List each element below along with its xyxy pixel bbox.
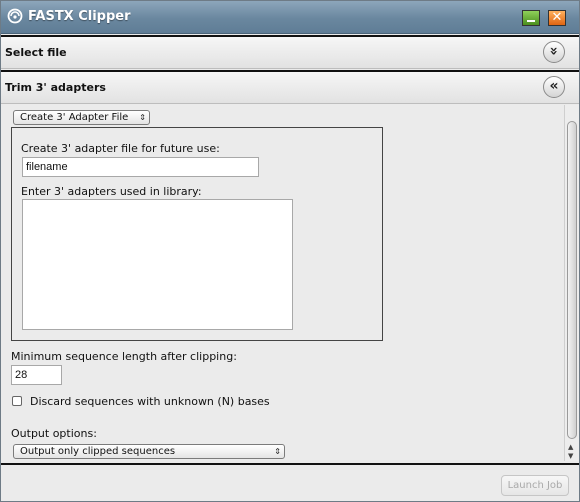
output-options-selected: Output only clipped sequences — [20, 446, 176, 457]
collapse-trim-adapters-button[interactable]: « — [543, 76, 565, 98]
minimize-button[interactable] — [522, 10, 540, 26]
close-button[interactable]: ✕ — [548, 10, 566, 26]
section-title-trim-adapters: Trim 3' adapters — [5, 81, 106, 94]
adapter-filename-input[interactable] — [22, 157, 259, 177]
title-bar[interactable]: FASTX Clipper ✕ — [1, 1, 579, 34]
min-length-label: Minimum sequence length after clipping: — [11, 350, 237, 363]
discard-unknown-label: Discard sequences with unknown (N) bases — [30, 395, 270, 408]
adapters-textarea[interactable] — [22, 199, 293, 330]
window-title: FASTX Clipper — [28, 9, 131, 24]
adapter-file-label: Create 3' adapter file for future use: — [21, 142, 220, 155]
output-options-label: Output options: — [11, 427, 97, 440]
select-arrows-icon: ⇕ — [139, 113, 146, 122]
adapter-mode-select[interactable]: Create 3' Adapter File ⇕ — [13, 110, 150, 125]
output-options-select[interactable]: Output only clipped sequences ⇕ — [13, 444, 285, 459]
adapters-label: Enter 3' adapters used in library: — [21, 185, 202, 198]
close-icon: ✕ — [551, 10, 563, 25]
expand-select-file-button[interactable]: » — [543, 41, 565, 63]
launch-job-button[interactable]: Launch Job — [501, 475, 569, 496]
double-chevron-left-icon: « — [549, 78, 559, 94]
trim-adapters-panel: Create 3' Adapter File ⇕ Create 3' adapt… — [1, 105, 563, 461]
double-chevron-down-icon: » — [545, 46, 562, 56]
fastx-logo-icon — [7, 8, 23, 24]
adapter-file-group: Create 3' adapter file for future use: E… — [11, 127, 383, 341]
section-trim-adapters[interactable]: Trim 3' adapters « — [1, 70, 579, 104]
footer-bar: Launch Job — [1, 463, 579, 501]
fastx-clipper-window: FASTX Clipper ✕ Select file » Trim 3' ad… — [0, 0, 580, 502]
select-arrows-icon: ⇕ — [274, 447, 281, 456]
vertical-scrollbar[interactable]: ▲ ▼ — [564, 105, 579, 461]
scroll-down-arrow-icon[interactable]: ▼ — [568, 452, 573, 460]
scrollbar-thumb[interactable] — [567, 121, 577, 439]
scroll-up-arrow-icon[interactable]: ▲ — [568, 443, 573, 451]
section-select-file[interactable]: Select file » — [1, 35, 579, 69]
section-title-select-file: Select file — [5, 46, 67, 59]
discard-unknown-checkbox[interactable] — [12, 396, 22, 406]
adapter-mode-selected: Create 3' Adapter File — [20, 112, 129, 123]
min-length-input[interactable] — [11, 365, 62, 385]
